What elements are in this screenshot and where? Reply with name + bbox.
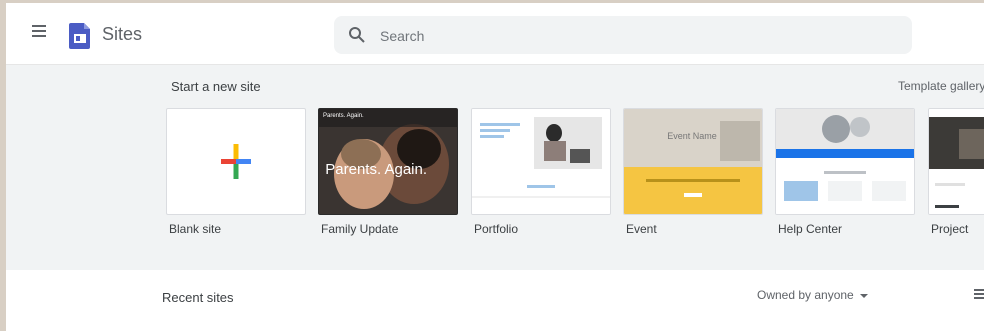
template-help-center[interactable] — [775, 108, 915, 215]
template-blank-site[interactable] — [166, 108, 306, 215]
event-thumbnail — [624, 109, 762, 214]
template-thumb-headline: Parents. Again. — [325, 161, 427, 178]
plus-icon — [221, 144, 251, 179]
list-view-icon[interactable] — [974, 288, 984, 300]
template-thumb-header: Parents. Again. — [323, 113, 364, 119]
template-label: Family Update — [321, 222, 399, 236]
template-label: Project — [931, 222, 969, 236]
top-app-bar: Sites — [0, 0, 984, 65]
google-sites-logo-icon[interactable] — [68, 23, 92, 49]
app-title: Sites — [102, 24, 143, 44]
frame-edge — [0, 0, 6, 331]
chevron-down-icon — [859, 293, 868, 298]
template-thumb-headline: Event Name — [667, 131, 717, 141]
owner-filter-label: Owned by anyone — [757, 288, 854, 302]
owner-filter-dropdown[interactable]: Owned by anyone — [757, 288, 868, 302]
search-icon[interactable] — [348, 26, 366, 44]
search-input[interactable] — [378, 25, 882, 47]
portfolio-thumbnail — [472, 109, 610, 214]
search-box[interactable] — [334, 16, 912, 54]
template-project[interactable] — [928, 108, 984, 215]
template-label: Event — [626, 222, 657, 236]
recent-sites-heading: Recent sites — [162, 290, 234, 305]
template-label: Portfolio — [474, 222, 519, 236]
start-new-site-heading: Start a new site — [171, 79, 261, 94]
hamburger-menu-icon[interactable] — [30, 22, 50, 42]
frame-edge — [0, 0, 984, 3]
template-label: Blank site — [169, 222, 222, 236]
help-center-thumbnail — [776, 109, 914, 214]
template-label: Help Center — [778, 222, 843, 236]
template-portfolio[interactable] — [471, 108, 611, 215]
template-gallery-link[interactable]: Template gallery — [898, 79, 984, 93]
template-family-update[interactable]: Parents. Again. Parents. Again. — [318, 108, 458, 215]
project-thumbnail — [929, 109, 984, 214]
template-event[interactable]: Event Name — [623, 108, 763, 215]
